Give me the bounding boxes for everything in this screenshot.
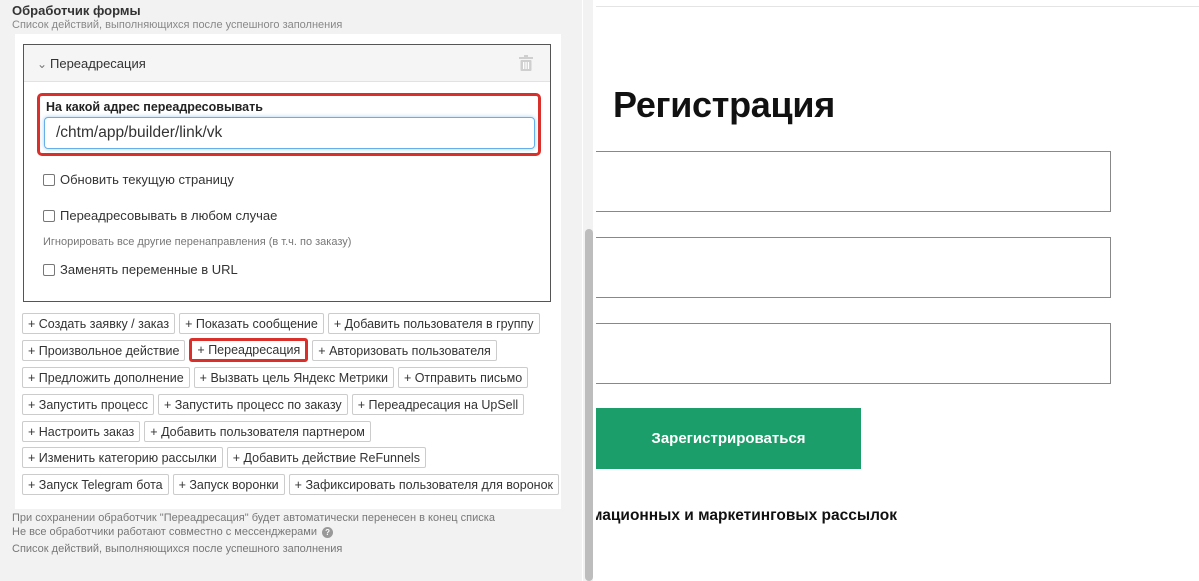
checkbox-refresh-page[interactable]: Обновить текущую страницу bbox=[43, 172, 234, 187]
checkbox-label: Обновить текущую страницу bbox=[60, 172, 234, 187]
add-change-mailing-category-button[interactable]: + Изменить категорию рассылки bbox=[22, 447, 223, 468]
redirect-always-hint: Игнорировать все другие перенаправления … bbox=[43, 236, 352, 248]
scrollbar-thumb[interactable] bbox=[585, 229, 593, 581]
url-field-label: На какой адрес переадресовывать bbox=[46, 100, 263, 114]
add-start-funnel-button[interactable]: + Запуск воронки bbox=[172, 474, 285, 495]
section-title: Обработчик формы bbox=[12, 3, 141, 18]
add-partner-user-button[interactable]: + Добавить пользователя партнером bbox=[144, 421, 371, 442]
registration-title: Регистрация bbox=[613, 84, 835, 125]
checkbox-label: Переадресовывать в любом случае bbox=[60, 208, 278, 223]
actions-row: + Произвольное действие + Переадресация … bbox=[22, 338, 501, 362]
register-button[interactable]: Зарегистрироваться bbox=[596, 408, 861, 469]
redirect-card-title: Переадресация bbox=[50, 56, 146, 71]
checkbox-redirect-always[interactable]: Переадресовывать в любом случае bbox=[43, 208, 277, 223]
actions-row: + Создать заявку / заказ + Показать сооб… bbox=[22, 313, 544, 334]
add-offer-addon-button[interactable]: + Предложить дополнение bbox=[22, 367, 190, 388]
actions-note: Список действий, выполняющихся после усп… bbox=[12, 543, 343, 555]
registration-field-2[interactable] bbox=[596, 237, 1111, 298]
actions-row: + Запуск Telegram бота + Запуск воронки … bbox=[22, 474, 563, 495]
add-metrika-goal-button[interactable]: + Вызвать цель Яндекс Метрики bbox=[193, 367, 394, 388]
checkbox-label: Заменять переменные в URL bbox=[60, 262, 238, 277]
add-send-email-button[interactable]: + Отправить письмо bbox=[397, 367, 529, 388]
add-telegram-bot-button[interactable]: + Запуск Telegram бота bbox=[22, 474, 169, 495]
checkbox-square[interactable] bbox=[43, 173, 55, 186]
add-upsell-redirect-button[interactable]: + Переадресация на UpSell bbox=[351, 394, 525, 415]
chevron-down-icon[interactable]: ⌄ bbox=[37, 57, 47, 71]
add-show-message-button[interactable]: + Показать сообщение bbox=[179, 313, 324, 334]
add-start-process-button[interactable]: + Запустить процесс bbox=[22, 394, 154, 415]
trash-icon[interactable] bbox=[519, 55, 533, 76]
add-create-order-button[interactable]: + Создать заявку / заказ bbox=[22, 313, 176, 334]
add-fix-user-funnels-button[interactable]: + Зафиксировать пользователя для воронок bbox=[288, 474, 559, 495]
actions-row: + Предложить дополнение + Вызвать цель Я… bbox=[22, 367, 532, 388]
form-preview: Регистрация Зарегистрироваться мационных… bbox=[596, 0, 1199, 581]
add-start-order-process-button[interactable]: + Запустить процесс по заказу bbox=[157, 394, 348, 415]
add-refunnels-action-button[interactable]: + Добавить действие ReFunnels bbox=[226, 447, 426, 468]
consent-text: мационных и маркетинговых рассылок bbox=[596, 507, 897, 524]
add-user-to-group-button[interactable]: + Добавить пользователя в группу bbox=[327, 313, 540, 334]
redirect-url-input[interactable] bbox=[44, 117, 535, 149]
actions-row: + Изменить категорию рассылки + Добавить… bbox=[22, 447, 430, 468]
messenger-note-text: Не все обработчики работают совместно с … bbox=[12, 526, 318, 538]
add-authorize-user-button[interactable]: + Авторизовать пользователя bbox=[312, 340, 497, 361]
checkbox-replace-vars[interactable]: Заменять переменные в URL bbox=[43, 262, 238, 277]
registration-field-3[interactable] bbox=[596, 323, 1111, 384]
section-subtitle: Список действий, выполняющихся после усп… bbox=[12, 19, 343, 31]
messenger-note: Не все обработчики работают совместно с … bbox=[12, 526, 334, 538]
actions-row: + Настроить заказ + Добавить пользовател… bbox=[22, 421, 375, 442]
help-icon[interactable]: ? bbox=[322, 526, 334, 538]
actions-row: + Запустить процесс + Запустить процесс … bbox=[22, 394, 528, 415]
settings-panel: Обработчик формы Список действий, выполн… bbox=[0, 0, 582, 581]
handlers-container: ⌄ Переадресация На какой адрес переадрес… bbox=[15, 34, 561, 509]
add-configure-order-button[interactable]: + Настроить заказ bbox=[22, 421, 141, 442]
redirect-handler-card: ⌄ Переадресация На какой адрес переадрес… bbox=[23, 44, 551, 302]
redirect-note: При сохранении обработчик "Переадресация… bbox=[12, 512, 495, 524]
add-redirect-button[interactable]: + Переадресация bbox=[189, 338, 309, 362]
checkbox-square[interactable] bbox=[43, 209, 55, 222]
url-field-highlight: На какой адрес переадресовывать bbox=[37, 93, 541, 156]
registration-field-1[interactable] bbox=[596, 151, 1111, 212]
checkbox-square[interactable] bbox=[43, 263, 55, 276]
redirect-card-header[interactable]: ⌄ Переадресация bbox=[24, 45, 550, 82]
add-custom-action-button[interactable]: + Произвольное действие bbox=[22, 340, 186, 361]
divider bbox=[596, 6, 1199, 7]
